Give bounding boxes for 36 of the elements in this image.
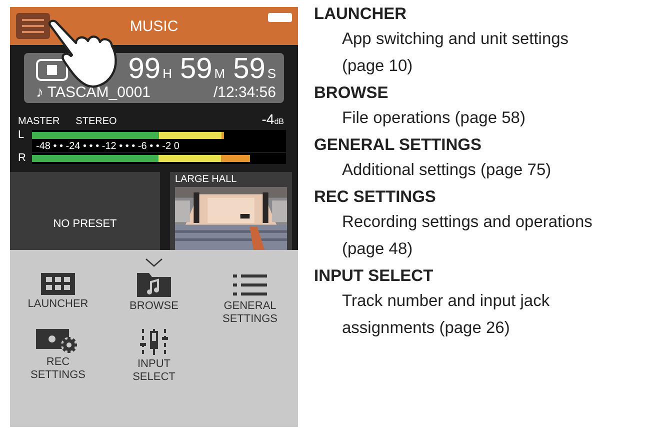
meter-scale: -48 • • -24 • • • -12 • • • -6 • • -2 0 xyxy=(32,141,286,152)
term-description: Additional settings (page 75) xyxy=(342,160,552,181)
menu-term: INPUT SELECT xyxy=(314,266,434,287)
bus-label: MASTER xyxy=(18,116,60,127)
music-folder-icon xyxy=(137,273,171,297)
menu-item[interactable]: REC SETTINGS xyxy=(10,329,106,384)
term-description: File operations (page 58) xyxy=(342,108,526,129)
channel-label: L xyxy=(18,129,26,141)
menu-term: REC SETTINGS xyxy=(314,187,437,208)
preset-label: LARGE HALL xyxy=(175,174,238,185)
menu-item[interactable]: BROWSE xyxy=(106,273,202,326)
channel-label: R xyxy=(18,152,27,164)
menu-item[interactable]: INPUT SELECT xyxy=(106,329,202,384)
camera-gear-icon xyxy=(36,329,80,354)
list-icon xyxy=(233,273,267,297)
menu-item[interactable]: GENERAL SETTINGS xyxy=(202,273,298,326)
file-name: ♪ TASCAM_0001 xyxy=(36,84,150,101)
term-description: Track number and input jack assignments (page 26) xyxy=(342,291,551,339)
preset-tile[interactable]: NO PRESET xyxy=(10,172,160,250)
menu-item[interactable]: LAUNCHER xyxy=(10,273,106,326)
term-description: App switching and unit settings (page 10) xyxy=(342,29,570,77)
menu-term: GENERAL SETTINGS xyxy=(314,135,482,156)
time-counter: 99 H 59 M 59 S xyxy=(128,53,276,86)
menu-term: LAUNCHER xyxy=(314,4,408,25)
gain-value: -4dB xyxy=(262,111,284,127)
mode-label: STEREO xyxy=(76,116,117,127)
total-time: /12:34:56 xyxy=(213,84,276,101)
preset-tile[interactable]: LARGE HALL xyxy=(170,172,292,250)
menu-button[interactable] xyxy=(16,13,50,39)
faders-icon xyxy=(140,329,168,356)
battery-icon xyxy=(268,13,292,22)
term-description: Recording settings and operations (page 48) xyxy=(342,212,594,260)
grid-icon xyxy=(41,273,75,295)
chevron-down-icon[interactable] xyxy=(145,258,163,267)
screen-title: MUSIC xyxy=(128,18,180,34)
menu-term: BROWSE xyxy=(314,83,390,104)
